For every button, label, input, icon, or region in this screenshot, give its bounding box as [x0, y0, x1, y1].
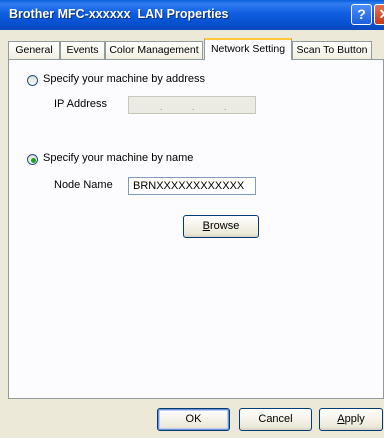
- name-radio[interactable]: [27, 154, 38, 165]
- tab-network-setting[interactable]: Network Setting: [204, 38, 292, 60]
- tab-scan-to-button[interactable]: Scan To Button: [292, 41, 372, 59]
- title-bar[interactable]: Brother MFC-xxxxxx LAN Properties ? ✕: [0, 0, 384, 30]
- node-name-field[interactable]: BRNXXXXXXXXXXXX: [128, 177, 256, 195]
- address-radio[interactable]: [27, 75, 38, 86]
- tab-general[interactable]: General: [8, 41, 60, 59]
- apply-label: pply: [344, 413, 365, 425]
- help-button[interactable]: ?: [351, 4, 372, 25]
- cancel-button[interactable]: Cancel: [239, 408, 312, 431]
- tab-strip: General Events Color Management Network …: [0, 38, 384, 60]
- apply-button[interactable]: Apply: [319, 408, 383, 431]
- tab-events[interactable]: Events: [60, 41, 105, 59]
- apply-accel: A: [337, 413, 345, 425]
- node-name-label: Node Name: [54, 179, 113, 191]
- close-button[interactable]: ✕: [374, 4, 384, 25]
- tab-color-management[interactable]: Color Management: [105, 41, 203, 59]
- window-title: Brother MFC-xxxxxx LAN Properties: [9, 7, 229, 21]
- address-option-label[interactable]: Specify your machine by address: [43, 73, 205, 85]
- browse-label: rowse: [210, 220, 240, 232]
- ip-separator: .: [224, 102, 227, 112]
- name-option-label[interactable]: Specify your machine by name: [43, 152, 193, 164]
- ip-address-field[interactable]: . . .: [128, 96, 256, 114]
- help-icon: ?: [357, 6, 366, 22]
- ip-separator: .: [160, 102, 163, 112]
- browse-button[interactable]: Browse: [183, 215, 259, 238]
- network-setting-panel: Specify your machine by address IP Addre…: [8, 59, 384, 399]
- browse-accel: B: [202, 220, 210, 232]
- ip-separator: .: [192, 102, 195, 112]
- ok-button[interactable]: OK: [157, 408, 230, 431]
- radio-selected-dot: [31, 158, 36, 163]
- close-icon: ✕: [379, 6, 384, 22]
- ip-address-label: IP Address: [54, 98, 107, 110]
